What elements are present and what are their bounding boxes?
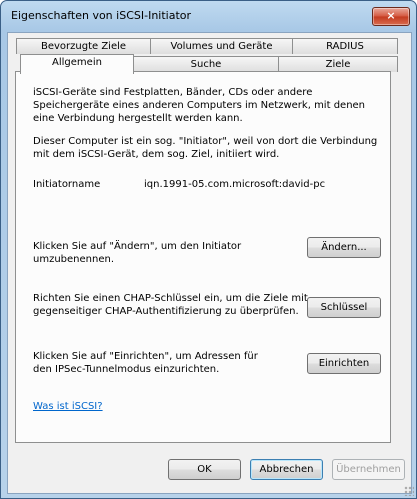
ipsec-setup-button[interactable]: Einrichten: [307, 353, 381, 374]
tab-suche[interactable]: Suche: [133, 56, 279, 72]
ipsec-description: Klicken Sie auf "Einrichten", um Adresse…: [33, 351, 258, 375]
initiator-name-label: Initiatorname: [33, 179, 101, 190]
properties-window: Eigenschaften von iSCSI-Initiator × Bevo…: [0, 0, 417, 499]
chap-key-button[interactable]: Schlüssel: [307, 297, 381, 318]
initiator-description: Dieser Computer ist ein sog. "Initiator"…: [33, 136, 378, 160]
tab-allgemein[interactable]: Allgemein: [20, 54, 134, 74]
ok-button[interactable]: OK: [168, 459, 241, 480]
chap-description: Richten Sie einen CHAP-Schlüssel ein, um…: [33, 293, 308, 317]
initiator-name-value: iqn.1991-05.com.microsoft:david-pc: [144, 179, 326, 190]
tab-volumes-und-geraete[interactable]: Volumes und Geräte: [150, 38, 293, 54]
tab-label: Bevorzugte Ziele: [40, 41, 127, 52]
tab-label: Ziele: [325, 59, 351, 70]
tab-label: Volumes und Geräte: [170, 41, 273, 52]
intro-text: iSCSI-Geräte sind Festplatten, Bänder, C…: [33, 87, 366, 124]
help-link[interactable]: Was ist iSCSI?: [33, 401, 103, 412]
resize-grip-icon[interactable]: [404, 486, 414, 496]
close-button[interactable]: ×: [372, 7, 410, 26]
close-icon: ×: [386, 9, 396, 22]
tab-ziele[interactable]: Ziele: [278, 56, 398, 72]
tab-label: Suche: [190, 59, 222, 70]
rename-description: Klicken Sie auf "Ändern", um den Initiat…: [33, 241, 242, 265]
rename-button[interactable]: Ändern...: [307, 237, 381, 258]
apply-button[interactable]: Übernehmen: [332, 459, 405, 480]
title-bar[interactable]: Eigenschaften von iSCSI-Initiator ×: [1, 1, 416, 31]
tab-label: RADIUS: [326, 41, 364, 52]
tab-panel-allgemein: iSCSI-Geräte sind Festplatten, Bänder, C…: [15, 71, 391, 443]
tab-bevorzugte-ziele[interactable]: Bevorzugte Ziele: [16, 38, 151, 54]
tab-radius[interactable]: RADIUS: [292, 38, 398, 54]
cancel-button[interactable]: Abbrechen: [250, 459, 323, 480]
tab-label: Allgemein: [52, 57, 102, 68]
window-title: Eigenschaften von iSCSI-Initiator: [11, 9, 192, 22]
